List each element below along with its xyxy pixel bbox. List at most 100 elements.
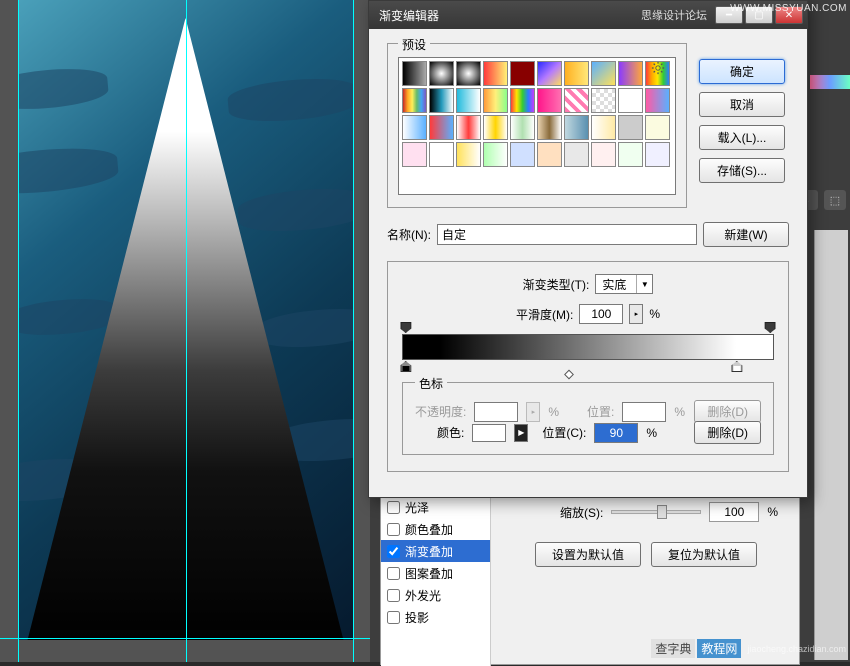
gradient-bar[interactable] — [402, 334, 774, 360]
ok-button[interactable]: 确定 — [699, 59, 785, 84]
preset-swatch[interactable] — [483, 115, 508, 140]
color-stop[interactable] — [731, 361, 742, 372]
style-checkbox[interactable] — [387, 545, 400, 558]
load-button[interactable]: 载入(L)... — [699, 125, 785, 150]
preset-swatch[interactable] — [456, 142, 481, 167]
spinner-icon: ▸ — [526, 402, 540, 422]
style-checkbox[interactable] — [387, 567, 400, 580]
set-default-button[interactable]: 设置为默认值 — [535, 542, 641, 567]
preset-swatch[interactable] — [564, 142, 589, 167]
delete-color-stop-button[interactable]: 删除(D) — [694, 421, 761, 444]
opacity-stop[interactable] — [400, 322, 411, 333]
preset-swatch[interactable] — [537, 115, 562, 140]
preset-swatch[interactable] — [645, 115, 670, 140]
preset-swatch[interactable] — [537, 88, 562, 113]
smoothness-input[interactable] — [579, 304, 623, 324]
preset-swatch[interactable] — [429, 115, 454, 140]
preset-swatch[interactable] — [510, 88, 535, 113]
preset-swatch[interactable] — [537, 61, 562, 86]
style-label: 颜色叠加 — [405, 521, 453, 538]
preset-grid-scroll[interactable] — [398, 57, 676, 195]
color-stop[interactable] — [400, 361, 411, 372]
preset-swatch[interactable] — [456, 115, 481, 140]
preset-swatch[interactable] — [429, 61, 454, 86]
scale-input[interactable] — [709, 502, 759, 522]
style-checkbox[interactable] — [387, 523, 400, 536]
opacity-label: 不透明度: — [415, 403, 466, 420]
style-label: 外发光 — [405, 587, 441, 604]
percent-label: % — [646, 426, 657, 440]
gear-icon[interactable] — [651, 61, 665, 75]
style-item-外发光[interactable]: 外发光 — [381, 584, 490, 606]
preset-swatch[interactable] — [510, 115, 535, 140]
chevron-down-icon[interactable]: ▼ — [636, 275, 652, 293]
panel-gradient-preview — [810, 75, 850, 89]
cancel-button[interactable]: 取消 — [699, 92, 785, 117]
color-picker-arrow-icon[interactable]: ▶ — [514, 424, 528, 442]
percent-label: % — [674, 405, 685, 419]
midpoint-stop[interactable] — [564, 370, 574, 380]
guide-vertical[interactable] — [353, 0, 354, 662]
style-checkbox[interactable] — [387, 589, 400, 602]
smoothness-label: 平滑度(M): — [516, 306, 573, 323]
panel-icon[interactable]: ⬚ — [824, 190, 846, 210]
preset-swatch[interactable] — [591, 61, 616, 86]
save-button[interactable]: 存储(S)... — [699, 158, 785, 183]
preset-swatch[interactable] — [483, 61, 508, 86]
reset-default-button[interactable]: 复位为默认值 — [651, 542, 757, 567]
guide-horizontal[interactable] — [0, 638, 370, 639]
gradient-editor-dialog: 渐变编辑器 思缘设计论坛 ━ ▢ ✕ 预设 确定 取消 载入(L)... 存储(… — [368, 0, 808, 498]
preset-swatch[interactable] — [402, 115, 427, 140]
style-item-渐变叠加[interactable]: 渐变叠加 — [381, 540, 490, 562]
preset-swatch[interactable] — [429, 88, 454, 113]
preset-swatch[interactable] — [429, 142, 454, 167]
color-stops-frame: 色标 不透明度: ▸ % 位置: % 删除(D) 颜色: ▶ 位置(C): — [402, 382, 774, 455]
preset-swatch[interactable] — [483, 88, 508, 113]
titlebar-extra-label: 思缘设计论坛 — [641, 7, 707, 23]
preset-swatch[interactable] — [618, 88, 643, 113]
style-checkbox[interactable] — [387, 501, 400, 514]
preset-swatch[interactable] — [618, 142, 643, 167]
color-position-input[interactable] — [594, 423, 638, 443]
style-item-光泽[interactable]: 光泽 — [381, 496, 490, 518]
preset-swatch[interactable] — [402, 88, 427, 113]
preset-swatch[interactable] — [591, 142, 616, 167]
preset-swatch[interactable] — [618, 61, 643, 86]
preset-swatch[interactable] — [456, 88, 481, 113]
fish-shape — [18, 144, 120, 199]
style-label: 投影 — [405, 609, 429, 626]
preset-swatch[interactable] — [591, 88, 616, 113]
preset-swatch[interactable] — [510, 142, 535, 167]
preset-swatch[interactable] — [402, 61, 427, 86]
scale-slider[interactable] — [611, 510, 701, 514]
preset-swatch[interactable] — [510, 61, 535, 86]
gradient-type-label: 渐变类型(T): — [523, 276, 590, 293]
opacity-stop[interactable] — [765, 322, 776, 333]
style-item-颜色叠加[interactable]: 颜色叠加 — [381, 518, 490, 540]
preset-swatch[interactable] — [456, 61, 481, 86]
style-checkbox[interactable] — [387, 611, 400, 624]
preset-swatch[interactable] — [537, 142, 562, 167]
preset-swatch[interactable] — [402, 142, 427, 167]
preset-swatch[interactable] — [483, 142, 508, 167]
preset-swatch[interactable] — [591, 115, 616, 140]
position-label: 位置(C): — [542, 424, 586, 441]
preset-swatch[interactable] — [645, 142, 670, 167]
guide-vertical[interactable] — [18, 0, 19, 662]
new-button[interactable]: 新建(W) — [703, 222, 789, 247]
spinner-icon[interactable]: ▸ — [629, 304, 643, 324]
preset-swatch[interactable] — [618, 115, 643, 140]
fish-shape — [18, 65, 109, 113]
preset-swatch[interactable] — [564, 115, 589, 140]
preset-swatch[interactable] — [564, 88, 589, 113]
name-input[interactable] — [437, 224, 697, 245]
style-item-图案叠加[interactable]: 图案叠加 — [381, 562, 490, 584]
preset-label: 预设 — [398, 36, 430, 53]
preset-swatch[interactable] — [645, 88, 670, 113]
color-well[interactable] — [472, 424, 506, 442]
guide-vertical[interactable] — [186, 0, 187, 662]
style-item-投影[interactable]: 投影 — [381, 606, 490, 628]
gradient-type-combo[interactable]: 实底 ▼ — [595, 274, 653, 294]
preset-swatch[interactable] — [564, 61, 589, 86]
position-label: 位置: — [587, 403, 614, 420]
